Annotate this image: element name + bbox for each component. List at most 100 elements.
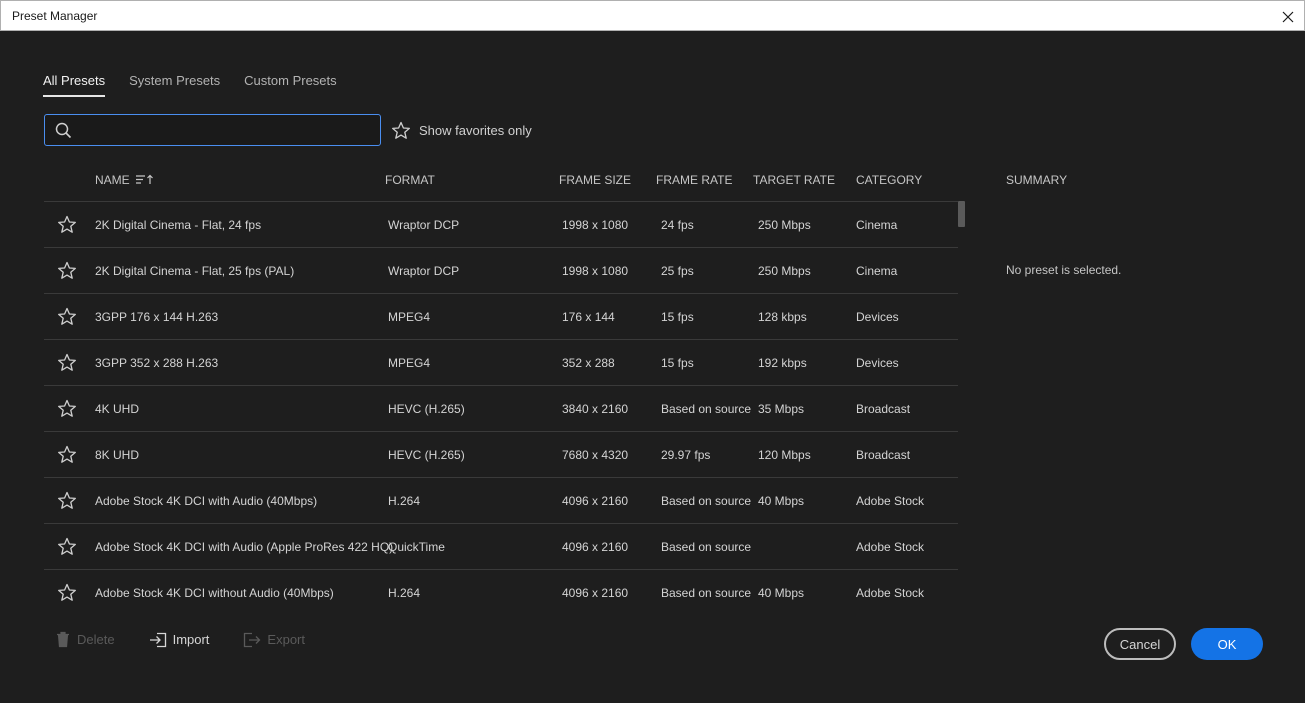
cell-format: H.264 <box>388 586 421 600</box>
column-category-header[interactable]: CATEGORY <box>856 173 922 187</box>
cancel-button[interactable]: Cancel <box>1104 628 1176 660</box>
cell-frame-size: 4096 x 2160 <box>562 540 629 554</box>
title-bar: Preset Manager <box>0 0 1305 31</box>
cell-frame-rate: Based on source <box>661 540 752 554</box>
cell-target-rate: 128 kbps <box>758 310 807 324</box>
table-row[interactable]: Adobe Stock 4K DCI with Audio (Apple Pro… <box>44 524 958 570</box>
cell-frame-size: 4096 x 2160 <box>562 586 629 600</box>
favorite-star-icon[interactable] <box>57 307 77 326</box>
summary-header: SUMMARY <box>1006 173 1068 187</box>
table-row[interactable]: Adobe Stock 4K DCI without Audio (40Mbps… <box>44 570 958 609</box>
cell-name: 2K Digital Cinema - Flat, 25 fps (PAL) <box>95 264 295 278</box>
show-favorites-toggle[interactable]: Show favorites only <box>391 121 532 140</box>
tab-all-presets[interactable]: All Presets <box>43 73 106 97</box>
cell-frame-rate: 29.97 fps <box>661 448 711 462</box>
export-button[interactable]: Export <box>243 632 305 648</box>
cell-frame-size: 352 x 288 <box>562 356 615 370</box>
cell-format: HEVC (H.265) <box>388 448 465 462</box>
cell-frame-rate: 25 fps <box>661 264 694 278</box>
cell-category: Adobe Stock <box>856 494 925 508</box>
cell-frame-size: 3840 x 2160 <box>562 402 629 416</box>
cell-name: Adobe Stock 4K DCI with Audio (40Mbps) <box>95 494 318 508</box>
table-scrollbar[interactable] <box>958 201 965 227</box>
cell-category: Broadcast <box>856 402 911 416</box>
cell-frame-size: 4096 x 2160 <box>562 494 629 508</box>
preset-tabs: All Presets System Presets Custom Preset… <box>43 73 361 97</box>
cell-category: Devices <box>856 310 899 324</box>
cell-frame-size: 1998 x 1080 <box>562 264 629 278</box>
tab-system-presets[interactable]: System Presets <box>129 73 220 97</box>
cell-target-rate: 192 kbps <box>758 356 807 370</box>
cell-format: HEVC (H.265) <box>388 402 465 416</box>
favorites-label: Show favorites only <box>419 123 532 138</box>
cell-format: MPEG4 <box>388 310 431 324</box>
summary-text: No preset is selected. <box>1006 263 1122 277</box>
favorite-star-icon[interactable] <box>57 261 77 280</box>
column-frame-size-header[interactable]: FRAME SIZE <box>559 173 631 187</box>
preset-manager-dialog: All Presets System Presets Custom Preset… <box>3 31 1302 701</box>
column-format-header[interactable]: FORMAT <box>385 173 435 187</box>
sort-ascending-icon <box>136 174 153 184</box>
table-row[interactable]: 3GPP 352 x 288 H.263 MPEG4 352 x 288 15 fps… <box>44 340 958 386</box>
favorite-star-icon[interactable] <box>57 215 77 234</box>
delete-button[interactable]: Delete <box>55 631 115 648</box>
table-row[interactable]: 2K Digital Cinema - Flat, 25 fps (PAL) Wr… <box>44 248 958 294</box>
window-title: Preset Manager <box>12 9 98 23</box>
cell-format: Wraptor DCP <box>388 218 460 232</box>
trash-icon <box>57 631 69 648</box>
favorite-star-icon[interactable] <box>57 399 77 418</box>
cell-name: 3GPP 176 x 144 H.263 <box>95 310 219 324</box>
cell-target-rate: 40 Mbps <box>758 586 805 600</box>
cell-name: Adobe Stock 4K DCI with Audio (Apple Pro… <box>95 540 394 554</box>
column-name-header[interactable]: NAME <box>95 173 155 187</box>
table-row[interactable]: 4K UHD HEVC (H.265) 3840 x 2160 Based on so… <box>44 386 958 432</box>
cell-name: 2K Digital Cinema - Flat, 24 fps <box>95 218 262 232</box>
favorite-star-icon[interactable] <box>57 537 77 556</box>
cell-target-rate: 250 Mbps <box>758 218 811 232</box>
search-input[interactable] <box>79 119 369 141</box>
table-row[interactable]: 2K Digital Cinema - Flat, 24 fps Wraptor … <box>44 202 958 248</box>
close-button[interactable] <box>1272 1 1304 32</box>
cell-format: Wraptor DCP <box>388 264 460 278</box>
cell-target-rate: 35 Mbps <box>758 402 805 416</box>
cell-frame-rate: 15 fps <box>661 310 694 324</box>
column-target-rate-header[interactable]: TARGET RATE <box>753 173 835 187</box>
import-button[interactable]: Import <box>149 632 209 648</box>
table-row[interactable]: 3GPP 176 x 144 H.263 MPEG4 176 x 144 15 fps… <box>44 294 958 340</box>
cell-category: Devices <box>856 356 899 370</box>
cell-category: Cinema <box>856 264 898 278</box>
favorite-star-icon[interactable] <box>57 353 77 372</box>
cell-name: 3GPP 352 x 288 H.263 <box>95 356 219 370</box>
cell-category: Adobe Stock <box>856 586 925 600</box>
cell-target-rate: 120 Mbps <box>758 448 811 462</box>
table-row[interactable]: Adobe Stock 4K DCI with Audio (40Mbps) H.… <box>44 478 958 524</box>
ok-button[interactable]: OK <box>1191 628 1263 660</box>
table-row[interactable]: 8K UHD HEVC (H.265) 7680 x 4320 29.97 fps 12… <box>44 432 958 478</box>
import-icon <box>149 632 166 647</box>
cell-category: Adobe Stock <box>856 540 925 554</box>
cell-frame-rate: Based on source <box>661 402 752 416</box>
cell-category: Broadcast <box>856 448 911 462</box>
star-outline-icon <box>392 121 410 139</box>
cell-name: 8K UHD <box>95 448 140 462</box>
cell-name: 4K UHD <box>95 402 140 416</box>
export-icon <box>244 632 261 647</box>
tab-custom-presets[interactable]: Custom Presets <box>244 73 336 97</box>
column-frame-rate-header[interactable]: FRAME RATE <box>656 173 732 187</box>
favorite-star-icon[interactable] <box>57 445 77 464</box>
cell-frame-size: 7680 x 4320 <box>562 448 629 462</box>
cell-target-rate: 40 Mbps <box>758 494 805 508</box>
search-box <box>44 114 381 146</box>
cell-format: MPEG4 <box>388 356 431 370</box>
favorite-star-icon[interactable] <box>57 491 77 510</box>
cell-name: Adobe Stock 4K DCI without Audio (40Mbps… <box>95 586 334 600</box>
search-icon <box>55 122 72 139</box>
cell-target-rate: 250 Mbps <box>758 264 811 278</box>
cell-frame-rate: Based on source <box>661 494 752 508</box>
cell-format: QuickTime <box>388 540 445 554</box>
cell-frame-rate: Based on source <box>661 586 752 600</box>
action-bar: Delete Import Export <box>55 631 339 648</box>
cell-format: H.264 <box>388 494 421 508</box>
cell-frame-size: 176 x 144 <box>562 310 615 324</box>
favorite-star-icon[interactable] <box>57 583 77 602</box>
